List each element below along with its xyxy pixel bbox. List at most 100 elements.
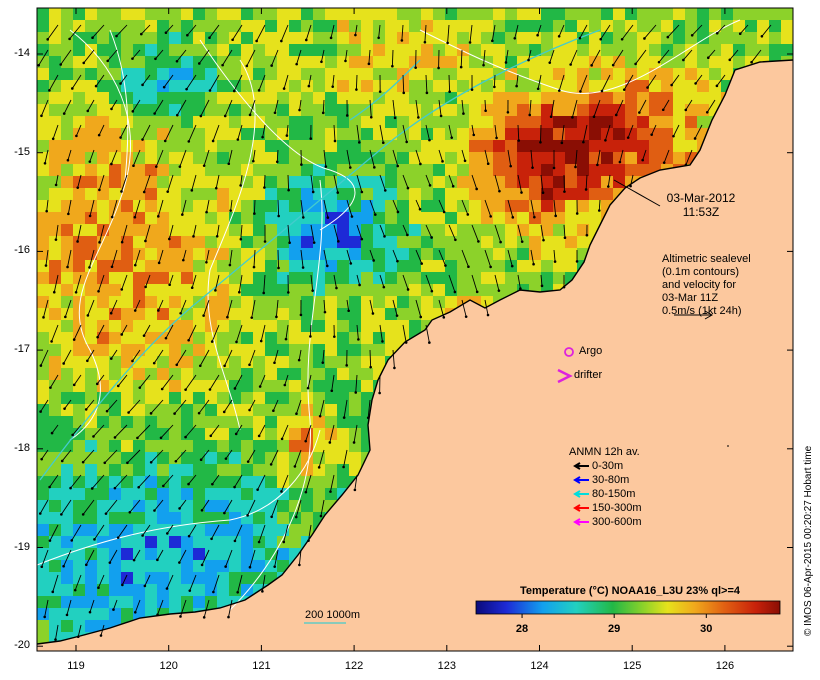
velocity-arrow-head — [326, 216, 330, 219]
sst-pixel — [169, 536, 181, 548]
velocity-arrow-head — [257, 89, 261, 92]
sst-pixel — [217, 464, 229, 476]
sst-pixel — [205, 116, 217, 128]
velocity-arrow-head — [39, 364, 43, 367]
velocity-arrow-head — [306, 386, 310, 390]
sst-pixel — [565, 80, 577, 92]
velocity-arrow-head — [670, 83, 673, 87]
sst-pixel — [181, 416, 193, 428]
sst-pixel — [85, 596, 97, 608]
sst-pixel — [205, 404, 217, 416]
sst-pixel — [253, 452, 265, 464]
sst-pixel — [265, 308, 277, 320]
sst-pixel — [301, 140, 313, 152]
sst-pixel — [553, 8, 565, 20]
sst-pixel — [217, 368, 229, 380]
sst-pixel — [457, 224, 469, 236]
sst-pixel — [301, 296, 313, 308]
sst-pixel — [313, 188, 325, 200]
sst-pixel — [85, 392, 97, 404]
velocity-arrow-head — [233, 539, 237, 543]
velocity-arrow-head — [136, 436, 139, 440]
sst-pixel — [157, 488, 169, 500]
velocity-arrow-head — [48, 485, 51, 489]
sst-pixel — [133, 116, 145, 128]
sst-pixel — [409, 128, 421, 140]
sst-pixel — [433, 20, 445, 32]
altimetry-note-line: Altimetric sealevel — [662, 253, 751, 265]
sst-pixel — [685, 32, 697, 44]
sst-pixel — [241, 356, 253, 368]
sst-pixel — [649, 140, 661, 152]
sst-pixel — [529, 248, 541, 260]
sst-pixel — [61, 92, 73, 104]
sst-pixel — [49, 224, 61, 236]
sst-pixel — [325, 8, 337, 20]
sst-pixel — [193, 332, 205, 344]
velocity-arrow-head — [406, 233, 409, 237]
sst-pixel — [505, 44, 517, 56]
sst-pixel — [169, 260, 181, 272]
velocity-arrow-head — [294, 515, 298, 519]
sst-pixel — [349, 356, 361, 368]
velocity-arrow-head — [142, 190, 146, 194]
sst-pixel — [61, 368, 73, 380]
sst-pixel — [385, 248, 397, 260]
sst-pixel — [541, 248, 553, 260]
velocity-arrow-head — [52, 290, 56, 294]
sst-pixel — [61, 152, 73, 164]
sst-pixel — [349, 452, 361, 464]
velocity-arrow-head — [486, 162, 490, 166]
sst-pixel — [265, 44, 277, 56]
velocity-arrow-head — [144, 285, 147, 289]
sst-pixel — [313, 332, 325, 344]
velocity-arrow-head — [328, 441, 332, 444]
velocity-arrow-head — [165, 587, 169, 590]
sst-pixel — [361, 188, 373, 200]
sst-pixel — [85, 56, 97, 68]
sst-pixel — [73, 236, 85, 248]
sst-pixel — [229, 176, 241, 188]
sst-pixel — [565, 260, 577, 272]
sst-pixel — [241, 476, 253, 488]
velocity-arrow-head — [205, 210, 208, 214]
sst-pixel — [61, 488, 73, 500]
sst-pixel — [217, 488, 229, 500]
velocity-arrow-head — [662, 161, 666, 164]
velocity-arrow-head — [295, 62, 298, 66]
sst-pixel — [397, 236, 409, 248]
sst-pixel — [193, 80, 205, 92]
sst-pixel — [349, 380, 361, 392]
velocity-arrow-head — [71, 87, 74, 90]
velocity-arrow-head — [707, 56, 710, 59]
sst-pixel — [661, 152, 673, 164]
sst-pixel — [157, 152, 169, 164]
sst-pixel — [361, 56, 373, 68]
sst-pixel — [289, 200, 301, 212]
sst-pixel — [121, 56, 133, 68]
sst-pixel — [397, 212, 409, 224]
sst-pixel — [73, 152, 85, 164]
sst-pixel — [469, 260, 481, 272]
velocity-arrow-head — [517, 139, 521, 142]
longitude-tick-label: 122 — [344, 660, 364, 672]
sst-pixel — [325, 152, 337, 164]
sst-pixel — [145, 224, 157, 236]
velocity-arrow-head — [371, 312, 375, 315]
sst-pixel — [349, 320, 361, 332]
velocity-arrow-head — [86, 359, 89, 363]
sst-pixel — [565, 224, 577, 236]
sst-pixel — [193, 440, 205, 452]
sst-pixel — [49, 152, 61, 164]
sst-pixel — [649, 92, 661, 104]
sst-pixel — [73, 416, 85, 428]
velocity-arrow-head — [342, 416, 346, 419]
sst-pixel — [301, 440, 313, 452]
velocity-arrow-head — [224, 565, 227, 568]
sst-pixel — [133, 440, 145, 452]
sst-pixel — [493, 128, 505, 140]
sst-pixel — [145, 548, 157, 560]
sst-pixel — [301, 284, 313, 296]
sst-pixel — [145, 176, 157, 188]
velocity-arrow-head — [466, 213, 470, 216]
